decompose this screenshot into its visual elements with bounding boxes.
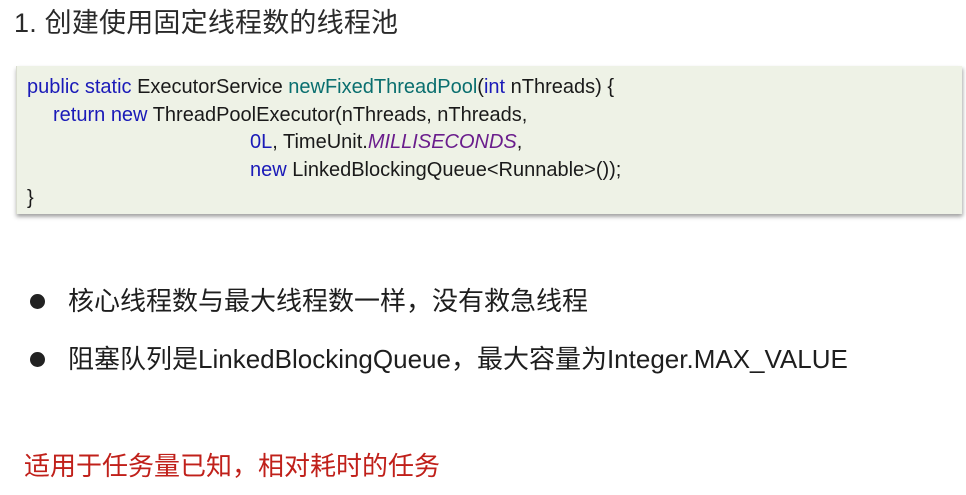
code-number-literal: 0L (250, 131, 273, 153)
code-constructor-call: ThreadPoolExecutor(nThreads, nThreads, (147, 104, 528, 126)
code-keyword-new: new (110, 104, 148, 126)
code-keyword-int: int (483, 76, 506, 98)
bullet-text: 阻塞队列是LinkedBlockingQueue，最大容量为Integer.MA… (68, 344, 848, 374)
code-timeunit: , TimeUnit. (272, 131, 368, 153)
code-method-name: newFixedThreadPool (288, 76, 478, 98)
code-block: public static ExecutorService newFixedTh… (16, 66, 962, 214)
usage-summary: 适用于任务量已知，相对耗时的任务 (24, 451, 441, 481)
code-keyword-static: static (84, 76, 132, 98)
code-line-2: return new ThreadPoolExecutor(nThreads, … (53, 102, 527, 128)
code-constant-milliseconds: MILLISECONDS (367, 131, 517, 153)
bullet-dot-icon (30, 294, 45, 309)
code-queue-constructor: LinkedBlockingQueue<Runnable>()); (286, 159, 622, 181)
section-heading: 1. 创建使用固定线程数的线程池 (14, 8, 399, 38)
code-line-5: } (27, 187, 34, 209)
code-keyword-public: public (27, 76, 80, 98)
bullet-dot-icon (30, 352, 45, 367)
code-comma: , (516, 131, 523, 153)
code-paren-open: ( (477, 76, 484, 98)
code-keyword-return: return (53, 104, 106, 126)
code-params: nThreads) { (505, 76, 615, 98)
bullet-text: 核心线程数与最大线程数一样，没有救急线程 (68, 286, 589, 316)
code-line-1: public static ExecutorService newFixedTh… (27, 74, 614, 100)
code-keyword-new-queue: new (250, 159, 287, 181)
code-return-type: ExecutorService (137, 76, 283, 98)
code-line-3: 0L, TimeUnit.MILLISECONDS, (250, 129, 522, 155)
code-line-4: new LinkedBlockingQueue<Runnable>()); (250, 157, 621, 183)
